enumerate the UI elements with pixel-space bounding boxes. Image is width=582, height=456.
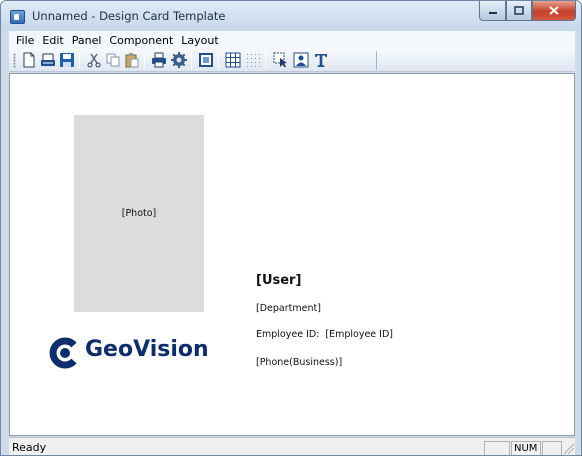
- toolbar-separator: [144, 52, 145, 69]
- toolbar-grip[interactable]: [13, 53, 16, 68]
- employee-id-row[interactable]: Employee ID: [Employee ID]: [256, 329, 399, 340]
- toolbar-separator: [191, 52, 192, 69]
- settings-icon[interactable]: [171, 52, 187, 68]
- photo-placeholder[interactable]: [Photo]: [74, 115, 204, 312]
- open-icon[interactable]: [40, 52, 56, 68]
- department-field[interactable]: [Department]: [256, 303, 321, 314]
- copy-icon[interactable]: [105, 52, 121, 68]
- employee-id-field[interactable]: [Employee ID]: [325, 329, 393, 340]
- toolbar-end: [371, 51, 377, 70]
- photo-placeholder-label: [Photo]: [121, 208, 157, 219]
- cut-icon[interactable]: [86, 52, 102, 68]
- menu-panel[interactable]: Panel: [68, 34, 106, 47]
- toolbar: [9, 49, 575, 72]
- app-window: Unnamed - Design Card Template File Edit…: [0, 0, 582, 456]
- text-tool-icon[interactable]: [313, 52, 329, 68]
- select-icon[interactable]: [273, 52, 289, 68]
- close-button[interactable]: [532, 1, 576, 21]
- status-bar: Ready NUM: [9, 437, 575, 455]
- paste-icon[interactable]: [124, 52, 140, 68]
- title-bar[interactable]: Unnamed - Design Card Template: [1, 1, 581, 31]
- status-pane-num: NUM: [511, 441, 541, 455]
- menu-edit[interactable]: Edit: [38, 34, 67, 47]
- photo-tool-icon[interactable]: [293, 52, 309, 68]
- status-text: Ready: [12, 441, 47, 454]
- resize-grip[interactable]: [564, 444, 574, 454]
- save-icon[interactable]: [59, 52, 75, 68]
- menu-component[interactable]: Component: [105, 34, 177, 47]
- close-icon: [549, 6, 559, 15]
- status-pane-scroll: [542, 441, 562, 455]
- toolbar-separator: [79, 52, 80, 69]
- menu-bar: File Edit Panel Component Layout: [9, 31, 575, 49]
- employee-id-label: Employee ID:: [256, 329, 320, 340]
- geovision-logo[interactable]: GeoVision: [47, 332, 217, 372]
- app-icon: [10, 10, 25, 24]
- new-icon[interactable]: [21, 52, 37, 68]
- user-field[interactable]: [User]: [256, 273, 301, 288]
- minimize-icon: [488, 11, 497, 14]
- background-icon[interactable]: [198, 52, 214, 68]
- status-pane-caps: [484, 441, 510, 455]
- print-icon[interactable]: [151, 52, 167, 68]
- phone-field[interactable]: [Phone(Business)]: [256, 357, 342, 368]
- maximize-button[interactable]: [506, 1, 532, 21]
- maximize-icon: [514, 6, 524, 15]
- dotted-grid-icon[interactable]: [245, 52, 261, 68]
- minimize-button[interactable]: [479, 1, 506, 21]
- window-title: Unnamed - Design Card Template: [32, 9, 226, 23]
- geovision-logo-icon: [49, 337, 77, 369]
- grid-icon[interactable]: [225, 52, 241, 68]
- logo-text: GeoVision: [85, 337, 209, 362]
- card-canvas[interactable]: [Photo] GeoVision [User] [Department] Em…: [9, 73, 575, 436]
- menu-file[interactable]: File: [12, 34, 38, 47]
- toolbar-separator: [218, 52, 219, 69]
- toolbar-separator: [265, 52, 266, 69]
- menu-layout[interactable]: Layout: [177, 34, 222, 47]
